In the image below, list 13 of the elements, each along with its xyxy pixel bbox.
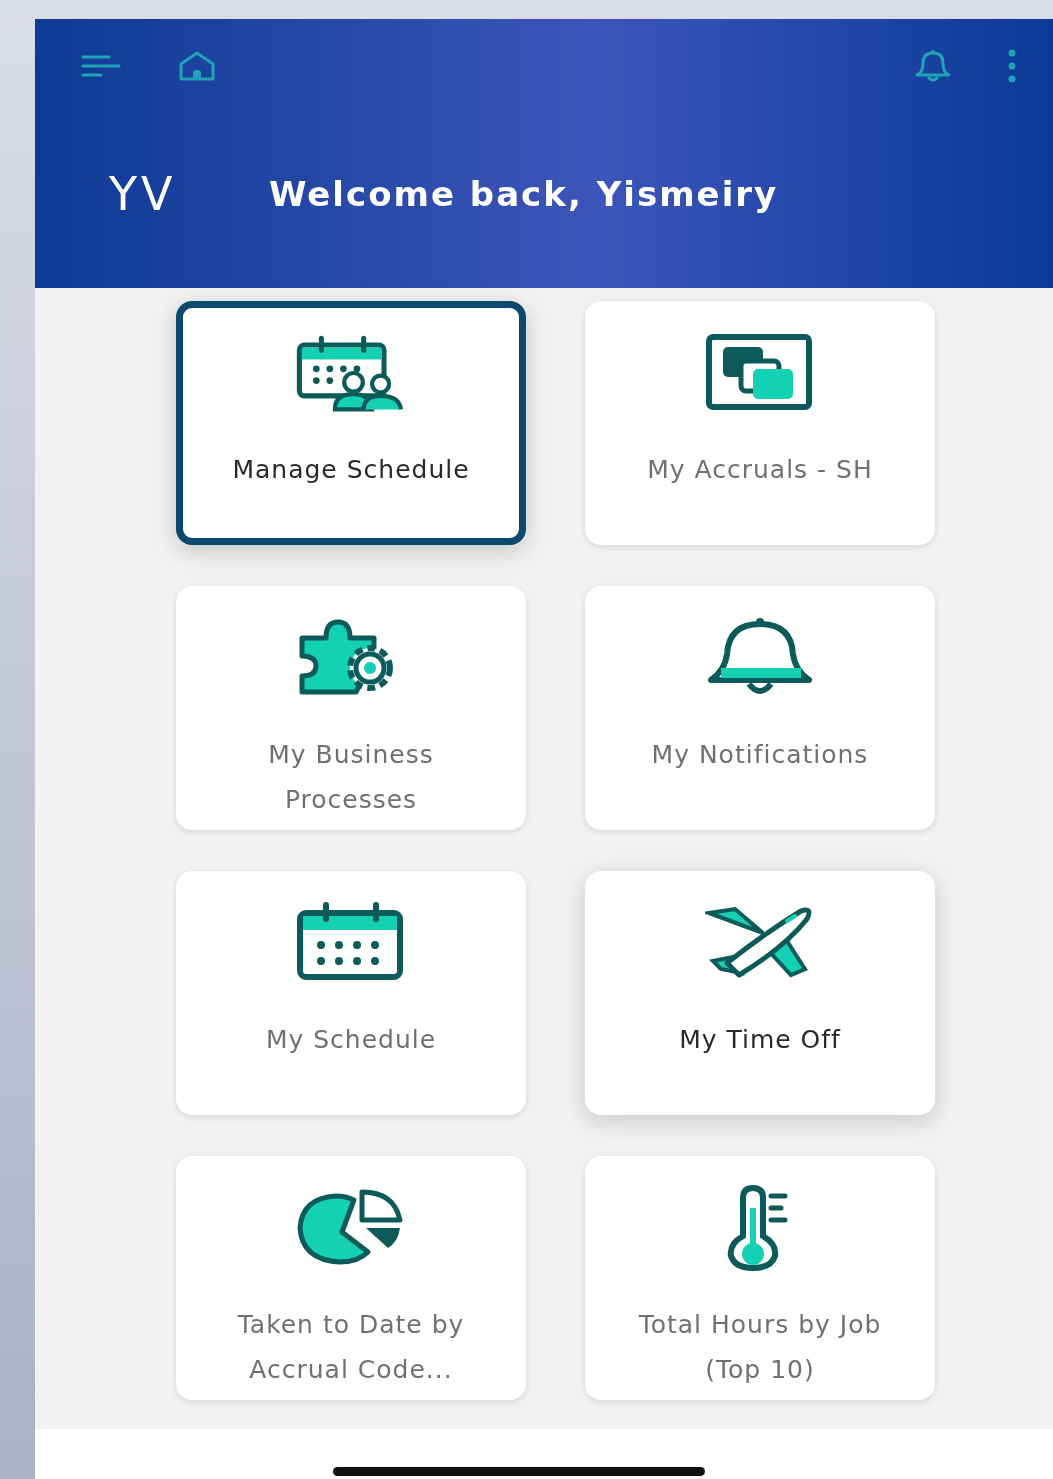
menu-tile[interactable]: Total Hours by Job (Top 10)	[585, 1156, 935, 1400]
user-initials: YV	[109, 167, 178, 221]
welcome-title: Welcome back, Yismeiry	[269, 174, 779, 214]
menu-icon[interactable]	[81, 54, 121, 78]
home-icon[interactable]	[177, 50, 217, 82]
menu-tile[interactable]: Manage Schedule	[176, 301, 526, 545]
menu-tile[interactable]: My Accruals - SH	[585, 301, 935, 545]
more-icon[interactable]	[1007, 49, 1017, 83]
menu-tile[interactable]: My Schedule	[176, 871, 526, 1115]
menu-tile[interactable]: My Business Processes	[176, 586, 526, 830]
menu-tile[interactable]: Taken to Date by Accrual Code...	[176, 1156, 526, 1400]
menu-tile[interactable]: My Notifications	[585, 586, 935, 830]
menu-tile[interactable]: My Time Off	[585, 871, 935, 1115]
